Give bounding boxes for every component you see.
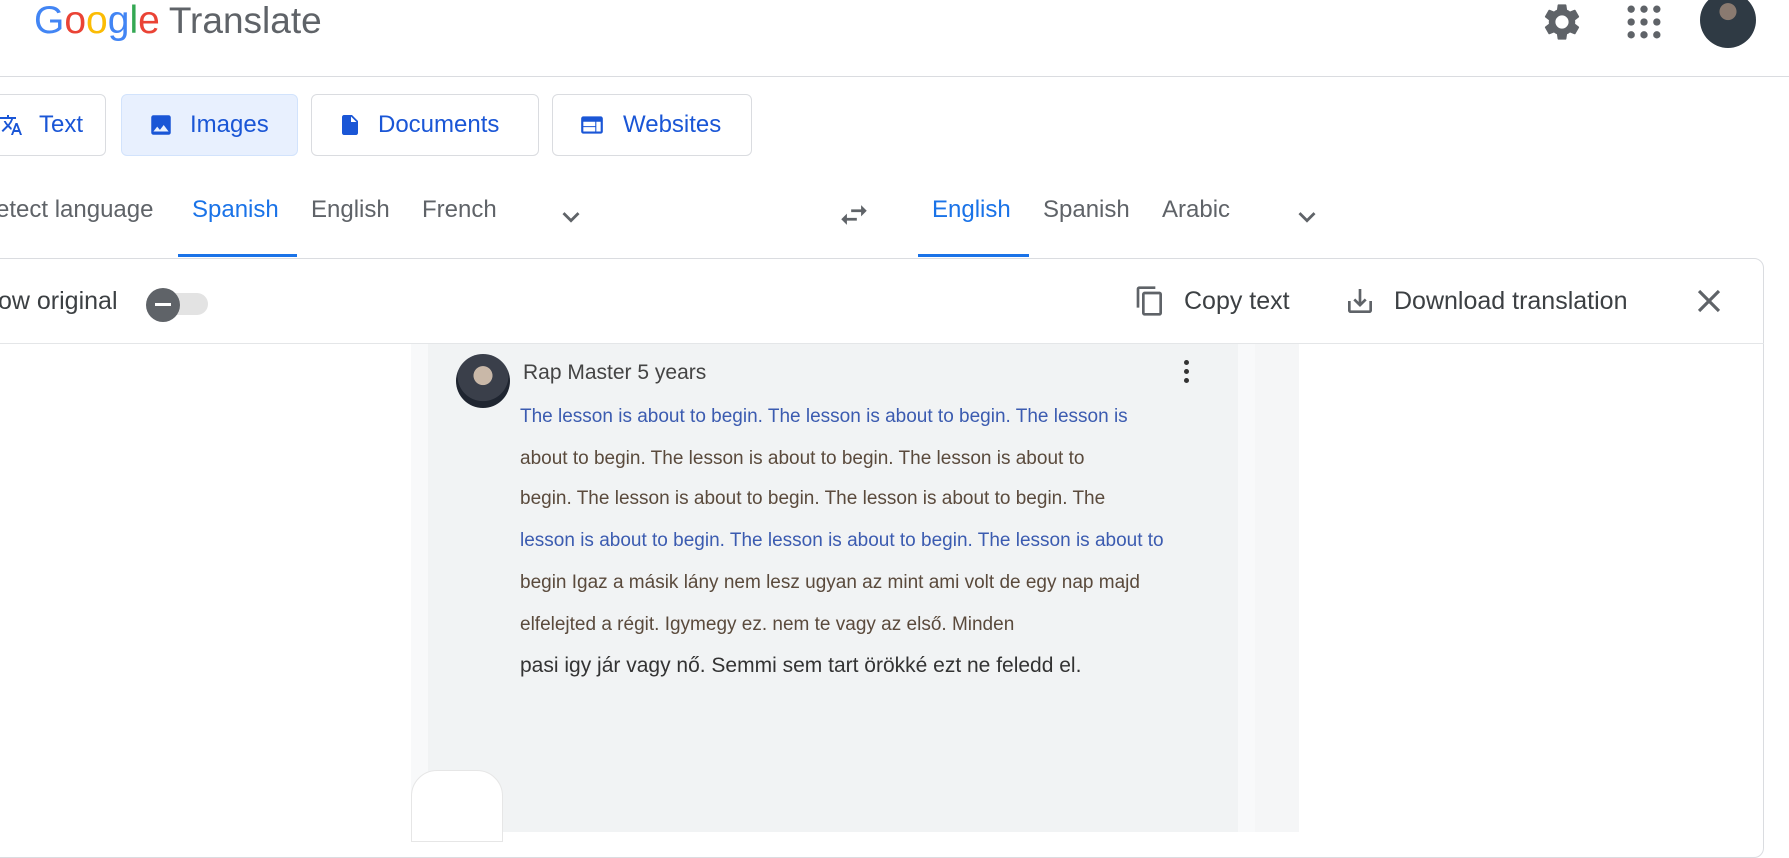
toggle-knob [146, 288, 180, 322]
translated-text-line: begin. The lesson is about to begin. The… [520, 488, 1106, 509]
tab-websites-label: Websites [623, 111, 722, 138]
tab-text[interactable]: Text [0, 94, 106, 156]
logo-letter: g [107, 0, 130, 42]
source-lang-detect[interactable]: etect language [0, 196, 153, 224]
download-translation-label: Download translation [1394, 286, 1628, 315]
tab-images[interactable]: Images [121, 94, 298, 156]
website-icon [581, 116, 603, 134]
document-icon [342, 115, 358, 135]
logo-letter: o [86, 0, 108, 42]
logo-letter: e [138, 0, 160, 42]
target-more-languages-chevron-icon[interactable] [1290, 200, 1324, 234]
logo-letter: o [64, 0, 87, 42]
settings-gear-icon[interactable] [1540, 0, 1584, 44]
logo-letter: l [129, 0, 139, 42]
main-menu-icon[interactable] [0, 10, 4, 40]
target-lang-english[interactable]: English [932, 196, 1011, 224]
copy-text-button[interactable]: Copy text [1134, 278, 1290, 324]
logo-letter: G [34, 0, 65, 42]
copy-icon [1136, 286, 1162, 316]
source-more-languages-chevron-icon[interactable] [554, 200, 588, 234]
show-original-label: ow original [0, 287, 118, 315]
translated-text-line: pasi igy jár vagy nő. Semmi sem tart örö… [520, 654, 1082, 677]
tab-websites[interactable]: Websites [552, 94, 752, 156]
translated-text-line: The lesson is about to begin. The lesson… [520, 406, 1128, 427]
target-lang-spanish[interactable]: Spanish [1043, 196, 1130, 224]
google-translate-logo[interactable]: Google Translate [34, 0, 322, 42]
translate-icon [0, 115, 22, 135]
image-icon [151, 115, 171, 135]
source-lang-french[interactable]: French [422, 196, 497, 224]
apps-grid-icon[interactable] [1622, 0, 1666, 44]
translated-text-line: lesson is about to begin. The lesson is … [520, 530, 1164, 551]
floating-card-corner [411, 770, 503, 842]
comment-author-avatar [456, 354, 510, 408]
swap-languages-icon[interactable] [834, 198, 874, 232]
tab-documents[interactable]: Documents [311, 94, 539, 156]
image-edge-strip [1255, 344, 1299, 832]
source-lang-spanish[interactable]: Spanish [192, 196, 279, 224]
download-translation-button[interactable]: Download translation [1344, 278, 1627, 324]
source-lang-english[interactable]: English [311, 196, 390, 224]
tab-images-label: Images [190, 111, 269, 138]
comment-author-line: Rap Master 5 years [523, 361, 707, 384]
translated-text-line: elfelejted a régit. Igymegy ez. nem te v… [520, 614, 1015, 635]
translated-text-line: begin Igaz a másik lány nem lesz ugyan a… [520, 572, 1140, 593]
show-original-toggle[interactable] [146, 288, 210, 322]
tab-documents-label: Documents [378, 111, 500, 138]
comment-more-options-icon [1184, 360, 1194, 388]
translated-text-line: about to begin. The lesson is about to b… [520, 448, 1085, 469]
product-name: Translate [168, 0, 322, 41]
target-lang-arabic[interactable]: Arabic [1162, 196, 1230, 224]
copy-text-label: Copy text [1184, 286, 1290, 315]
target-lang-selected-underline [918, 254, 1029, 257]
tab-text-label: Text [39, 111, 84, 138]
source-lang-selected-underline [178, 254, 297, 257]
download-icon [1348, 289, 1372, 313]
close-icon[interactable] [1690, 282, 1728, 320]
